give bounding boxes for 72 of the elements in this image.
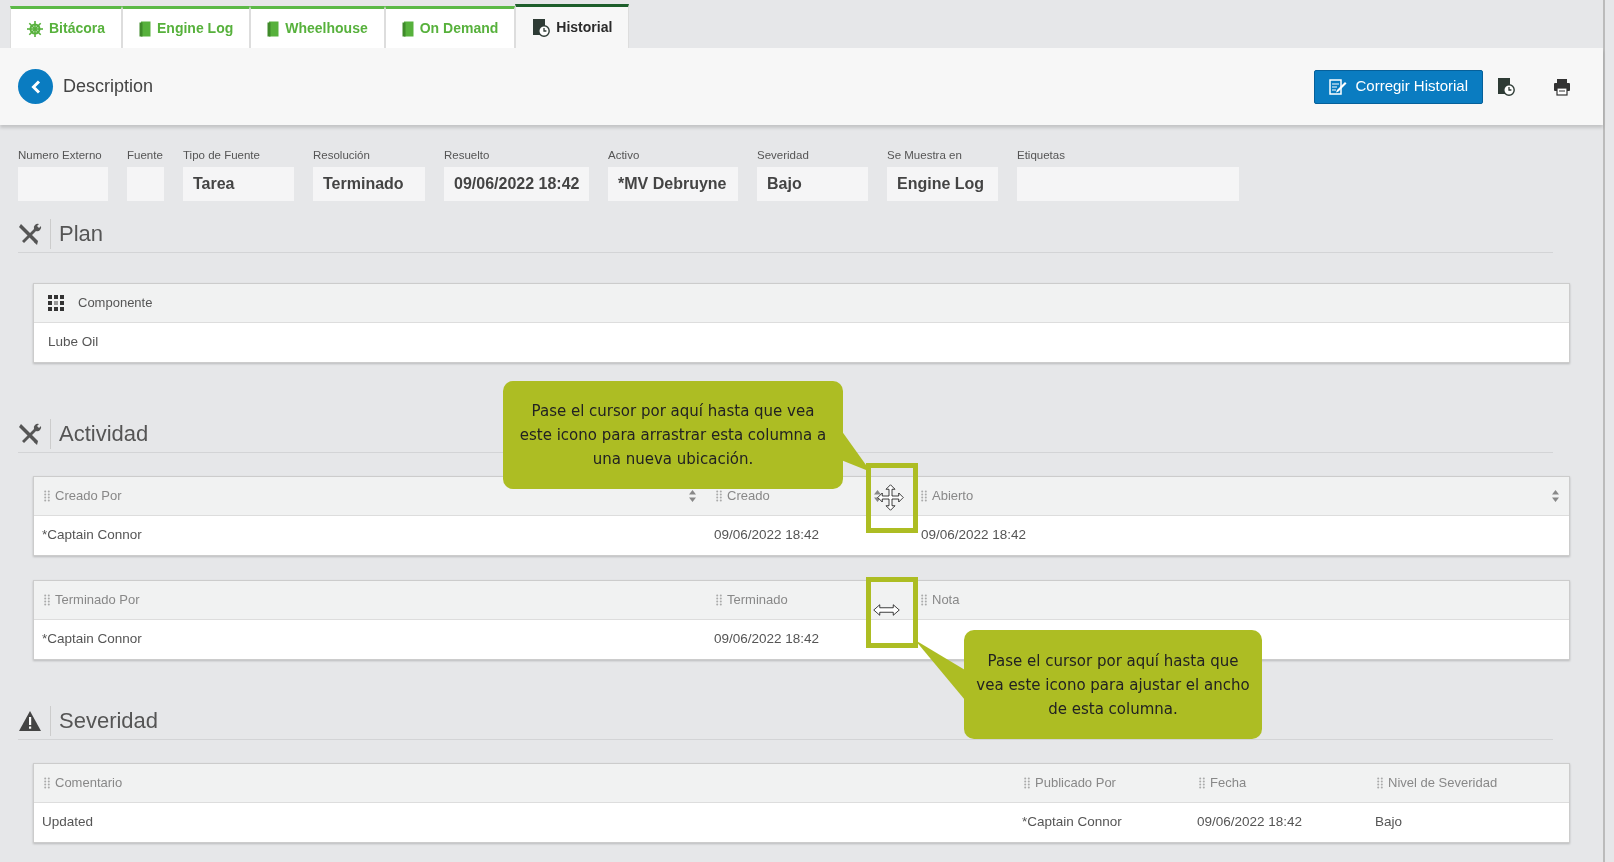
section-title: Plan <box>50 218 104 249</box>
back-button[interactable] <box>18 69 53 104</box>
table-cell-text: *Captain Connor <box>42 526 142 545</box>
field-label: Etiquetas <box>1017 148 1066 163</box>
drag-handle-icon[interactable] <box>44 777 50 789</box>
edit-history-button[interactable]: Corregir Historial <box>1314 69 1483 104</box>
table-cell-text: 09/06/2022 18:42 <box>714 630 820 649</box>
tab[interactable]: Historial <box>515 4 630 48</box>
edit-icon <box>1329 77 1348 96</box>
sort-icon[interactable] <box>1552 490 1559 502</box>
highlight-frame <box>866 463 918 533</box>
tab[interactable]: Wheelhouse <box>250 6 385 48</box>
book-icon <box>267 20 280 37</box>
drag-handle-icon[interactable] <box>716 594 722 606</box>
field-label: Resuelto <box>444 148 491 163</box>
tab[interactable]: Bitácora <box>10 6 123 48</box>
column-header[interactable]: Nivel de Severidad <box>1367 764 1569 802</box>
move-cursor-icon <box>877 484 904 511</box>
field-value: Terminado <box>313 167 425 201</box>
table-cell-text: Lube Oil <box>48 333 99 352</box>
column-header[interactable]: Comentario <box>34 764 1014 802</box>
history-icon[interactable] <box>1497 77 1515 96</box>
table-cell-text: Bajo <box>1375 813 1403 832</box>
field-label: Se Muestra en <box>887 148 963 163</box>
column-header[interactable]: Fecha <box>1189 764 1367 802</box>
drag-handle-icon[interactable] <box>921 594 927 606</box>
field-value: Bajo <box>757 167 868 201</box>
table-cell-text: 09/06/2022 18:42 <box>921 526 1027 545</box>
field-label: Resolución <box>313 148 371 163</box>
field-label: Severidad <box>757 148 810 163</box>
drag-handle-icon[interactable] <box>1024 777 1030 789</box>
field-value: 09/06/2022 18:42 <box>444 167 589 201</box>
logbook-clock-icon <box>532 18 551 37</box>
field-label: Activo <box>608 148 641 163</box>
field-label: Numero Externo <box>18 148 103 163</box>
drag-handle-icon[interactable] <box>44 490 50 502</box>
grid-icon <box>48 295 64 311</box>
field-value: *MV Debruyne <box>608 167 738 201</box>
table-cell-text: 09/06/2022 18:42 <box>1197 813 1303 832</box>
field-value: Tarea <box>183 167 294 201</box>
table-cell-text: *Captain Connor <box>42 630 142 649</box>
field-value: Engine Log <box>887 167 998 201</box>
sort-icon[interactable] <box>689 490 696 502</box>
warning-icon <box>18 709 42 732</box>
table-cell-text: *Captain Connor <box>1022 813 1122 832</box>
column-header[interactable]: Abierto <box>891 477 1569 515</box>
field-label: Tipo de Fuente <box>183 148 261 163</box>
drag-handle-icon[interactable] <box>921 490 927 502</box>
resize-cursor-icon <box>873 604 900 616</box>
drag-handle-icon[interactable] <box>44 594 50 606</box>
tab[interactable]: On Demand <box>384 6 516 48</box>
tab[interactable]: Engine Log <box>122 6 251 48</box>
column-header[interactable]: Componente <box>34 284 1569 322</box>
table-cell-text: Updated <box>42 813 94 832</box>
book-icon <box>401 20 414 37</box>
section-title: Severidad <box>50 705 159 736</box>
highlight-frame <box>866 577 918 648</box>
drag-handle-icon[interactable] <box>716 490 722 502</box>
drag-handle-icon[interactable] <box>1199 777 1205 789</box>
book-icon <box>139 20 152 37</box>
callout: Pase el cursor por aquí hasta que vea este icono para arrastrar esta columna a una nueva ubicación. <box>503 381 843 489</box>
callout-pointer <box>915 640 965 700</box>
field-label: Fuente <box>127 148 164 163</box>
print-icon[interactable] <box>1553 77 1571 96</box>
column-header[interactable]: Terminado Por <box>34 581 706 619</box>
section-title: Actividad <box>50 418 149 449</box>
table-cell-text: 09/06/2022 18:42 <box>714 526 820 545</box>
page-title: Description <box>63 75 154 98</box>
drag-handle-icon[interactable] <box>1377 777 1383 789</box>
ship-wheel-icon <box>27 20 43 37</box>
chevron-left-icon <box>30 79 41 94</box>
column-header[interactable]: Publicado Por <box>1014 764 1189 802</box>
